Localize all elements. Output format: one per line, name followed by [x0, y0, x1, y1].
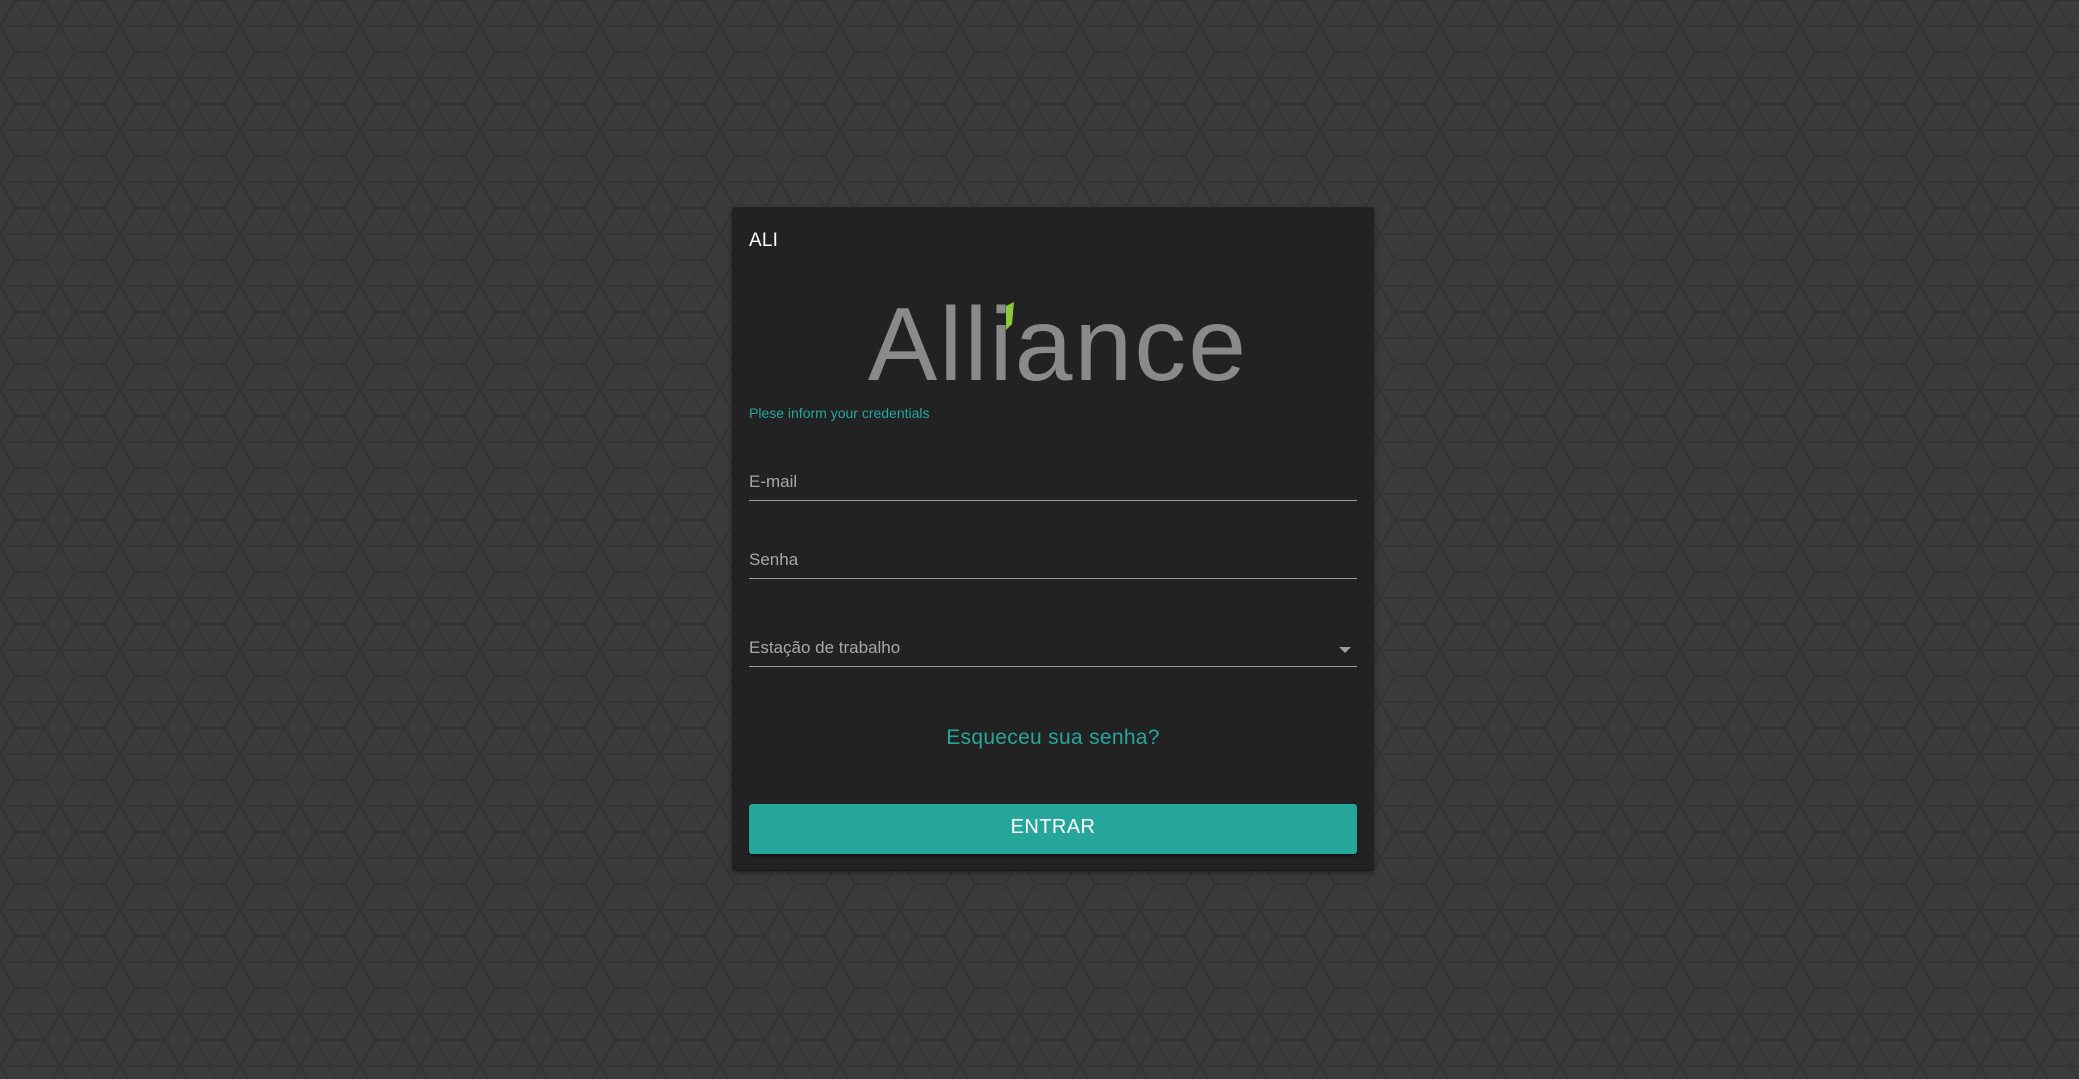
password-field[interactable]: Senha	[749, 522, 1361, 580]
credentials-subtitle: Plese inform your credentials	[749, 405, 930, 421]
password-input[interactable]	[749, 522, 1361, 580]
chevron-down-icon[interactable]	[1339, 647, 1351, 653]
card-title: ALI	[749, 230, 779, 251]
email-field[interactable]: E-mail	[749, 444, 1361, 502]
alliance-logo: Alliance	[868, 288, 1248, 403]
workstation-label: Estação de trabalho	[749, 638, 901, 657]
login-card: ALI Alliance Plese inform your credentia…	[733, 208, 1373, 870]
email-input[interactable]	[749, 444, 1361, 502]
workstation-select[interactable]: Estação de trabalho	[749, 608, 1357, 667]
login-button[interactable]: ENTRAR	[749, 804, 1357, 854]
forgot-password-link[interactable]: Esqueceu sua senha?	[733, 726, 1373, 750]
logo-text: Alliance	[868, 288, 1248, 403]
